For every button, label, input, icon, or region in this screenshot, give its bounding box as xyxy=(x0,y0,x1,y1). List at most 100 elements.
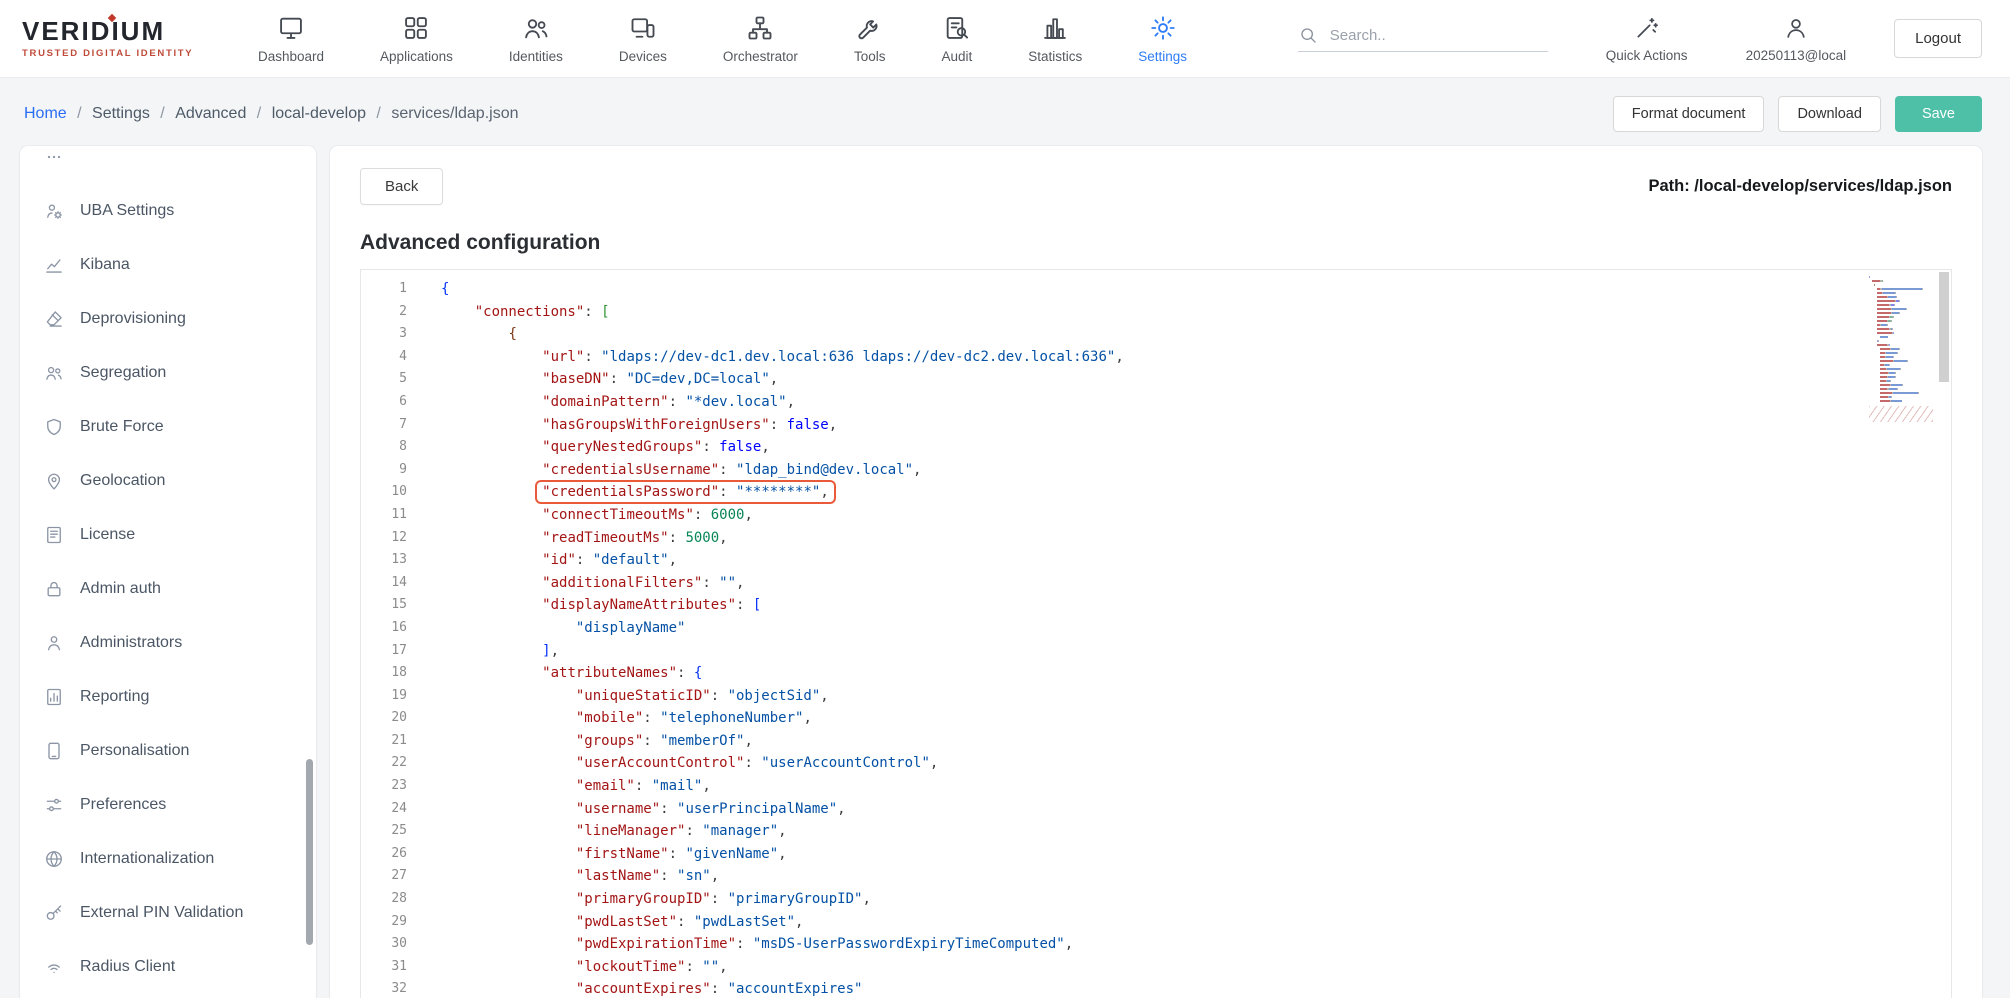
code-line-6[interactable]: "domainPattern": "*dev.local", xyxy=(441,391,1951,414)
sidebar-item-administrators[interactable]: Administrators xyxy=(28,616,308,670)
sidebar-scrollbar[interactable] xyxy=(306,759,313,945)
line-number: 29 xyxy=(361,911,407,934)
sidebar-item-kibana[interactable]: Kibana xyxy=(28,238,308,292)
logout-button[interactable]: Logout xyxy=(1894,19,1982,58)
quick-actions-button[interactable]: Quick Actions xyxy=(1606,15,1688,63)
internationalization-icon xyxy=(44,849,64,869)
search-input[interactable] xyxy=(1330,27,1530,44)
nav-item-devices[interactable]: Devices xyxy=(619,14,667,64)
sidebar-item-segregation[interactable]: Segregation xyxy=(28,346,308,400)
code-line-11[interactable]: "connectTimeoutMs": 6000, xyxy=(441,504,1951,527)
code-line-22[interactable]: "userAccountControl": "userAccountContro… xyxy=(441,752,1951,775)
code-line-29[interactable]: "pwdLastSet": "pwdLastSet", xyxy=(441,911,1951,934)
editor-scrollbar[interactable] xyxy=(1939,272,1949,382)
sidebar-item-admin-auth[interactable]: Admin auth xyxy=(28,562,308,616)
code-content[interactable]: { "connections": [ { "url": "ldaps://dev… xyxy=(419,270,1951,998)
code-line-28[interactable]: "primaryGroupID": "primaryGroupID", xyxy=(441,888,1951,911)
code-line-5[interactable]: "baseDN": "DC=dev,DC=local", xyxy=(441,368,1951,391)
code-line-12[interactable]: "readTimeoutMs": 5000, xyxy=(441,527,1951,550)
orchestrator-icon xyxy=(746,14,774,42)
minimap-line xyxy=(1869,304,1933,306)
nav-item-applications[interactable]: Applications xyxy=(380,14,453,64)
minimap-line xyxy=(1869,308,1933,310)
code-line-16[interactable]: "displayName" xyxy=(441,617,1951,640)
code-line-15[interactable]: "displayNameAttributes": [ xyxy=(441,594,1951,617)
sidebar-item-preferences[interactable]: Preferences xyxy=(28,778,308,832)
sidebar-item-geolocation[interactable]: Geolocation xyxy=(28,454,308,508)
code-line-14[interactable]: "additionalFilters": "", xyxy=(441,572,1951,595)
code-line-4[interactable]: "url": "ldaps://dev-dc1.dev.local:636 ld… xyxy=(441,346,1951,369)
applications-icon xyxy=(402,14,430,42)
code-line-10[interactable]: "credentialsPassword": "********", xyxy=(441,481,1951,504)
minimap-line xyxy=(1869,356,1933,358)
minimap-line xyxy=(1869,364,1933,366)
sidebar-item-partial-top[interactable] xyxy=(28,146,308,184)
minimap-line xyxy=(1869,324,1933,326)
page-layout: UBA SettingsKibanaDeprovisioningSegregat… xyxy=(0,146,2010,992)
nav-item-dashboard[interactable]: Dashboard xyxy=(258,14,324,64)
sidebar-item-license[interactable]: License xyxy=(28,508,308,562)
geolocation-icon xyxy=(44,471,64,491)
nav-item-identities[interactable]: Identities xyxy=(509,14,563,64)
sidebar-item-personalisation[interactable]: Personalisation xyxy=(28,724,308,778)
nav-item-statistics[interactable]: Statistics xyxy=(1028,14,1082,64)
breadcrumb-item-local-develop[interactable]: local-develop xyxy=(272,105,366,123)
minimap-line xyxy=(1869,372,1933,374)
code-editor[interactable]: 1234567891011121314151617181920212223242… xyxy=(360,269,1952,998)
personalisation-icon xyxy=(44,741,64,761)
code-line-7[interactable]: "hasGroupsWithForeignUsers": false, xyxy=(441,414,1951,437)
code-line-26[interactable]: "firstName": "givenName", xyxy=(441,843,1951,866)
sidebar-item-internationalization[interactable]: Internationalization xyxy=(28,832,308,886)
breadcrumb-item-settings[interactable]: Settings xyxy=(92,105,150,123)
uba-settings-icon xyxy=(44,201,64,221)
breadcrumb-item-advanced[interactable]: Advanced xyxy=(175,105,246,123)
code-line-13[interactable]: "id": "default", xyxy=(441,549,1951,572)
code-line-20[interactable]: "mobile": "telephoneNumber", xyxy=(441,707,1951,730)
code-line-21[interactable]: "groups": "memberOf", xyxy=(441,730,1951,753)
code-line-17[interactable]: ], xyxy=(441,640,1951,663)
back-button[interactable]: Back xyxy=(360,168,443,205)
sidebar-item-reporting[interactable]: Reporting xyxy=(28,670,308,724)
user-menu[interactable]: 20250113@local xyxy=(1746,15,1847,63)
download-button[interactable]: Download xyxy=(1778,96,1881,132)
admin-auth-icon xyxy=(44,579,64,599)
dashboard-icon xyxy=(277,14,305,42)
brand-logo[interactable]: VERIDIUM TRUSTED DIGITAL IDENTITY xyxy=(22,18,212,59)
code-line-23[interactable]: "email": "mail", xyxy=(441,775,1951,798)
global-search[interactable] xyxy=(1298,25,1548,52)
minimap[interactable] xyxy=(1869,276,1933,422)
code-line-27[interactable]: "lastName": "sn", xyxy=(441,865,1951,888)
line-number: 21 xyxy=(361,730,407,753)
code-line-3[interactable]: { xyxy=(441,323,1951,346)
sidebar-item-label: Reporting xyxy=(80,688,149,706)
sidebar-item-external-pin-validation[interactable]: External PIN Validation xyxy=(28,886,308,940)
code-line-8[interactable]: "queryNestedGroups": false, xyxy=(441,436,1951,459)
nav-item-settings[interactable]: Settings xyxy=(1138,14,1187,64)
statistics-icon xyxy=(1041,14,1069,42)
code-line-25[interactable]: "lineManager": "manager", xyxy=(441,820,1951,843)
breadcrumb-item-home[interactable]: Home xyxy=(24,105,67,123)
code-line-1[interactable]: { xyxy=(441,278,1951,301)
minimap-line xyxy=(1869,392,1933,394)
sidebar-item-radius-client[interactable]: Radius Client xyxy=(28,940,308,994)
code-line-19[interactable]: "uniqueStaticID": "objectSid", xyxy=(441,685,1951,708)
code-line-24[interactable]: "username": "userPrincipalName", xyxy=(441,798,1951,821)
code-line-31[interactable]: "lockoutTime": "", xyxy=(441,956,1951,979)
nav-item-orchestrator[interactable]: Orchestrator xyxy=(723,14,798,64)
code-line-2[interactable]: "connections": [ xyxy=(441,301,1951,324)
code-line-18[interactable]: "attributeNames": { xyxy=(441,662,1951,685)
segregation-icon xyxy=(44,363,64,383)
sidebar-item-deprovisioning[interactable]: Deprovisioning xyxy=(28,292,308,346)
devices-icon xyxy=(629,14,657,42)
user-label: 20250113@local xyxy=(1746,48,1847,63)
code-line-9[interactable]: "credentialsUsername": "ldap_bind@dev.lo… xyxy=(441,459,1951,482)
code-line-30[interactable]: "pwdExpirationTime": "msDS-UserPasswordE… xyxy=(441,933,1951,956)
nav-item-audit[interactable]: Audit xyxy=(941,14,972,64)
format-document-button[interactable]: Format document xyxy=(1613,96,1765,132)
save-button[interactable]: Save xyxy=(1895,96,1982,132)
nav-item-tools[interactable]: Tools xyxy=(854,14,886,64)
code-line-32[interactable]: "accountExpires": "accountExpires" xyxy=(441,978,1951,998)
sidebar-item-label: Preferences xyxy=(80,796,166,814)
sidebar-item-uba-settings[interactable]: UBA Settings xyxy=(28,184,308,238)
sidebar-item-brute-force[interactable]: Brute Force xyxy=(28,400,308,454)
